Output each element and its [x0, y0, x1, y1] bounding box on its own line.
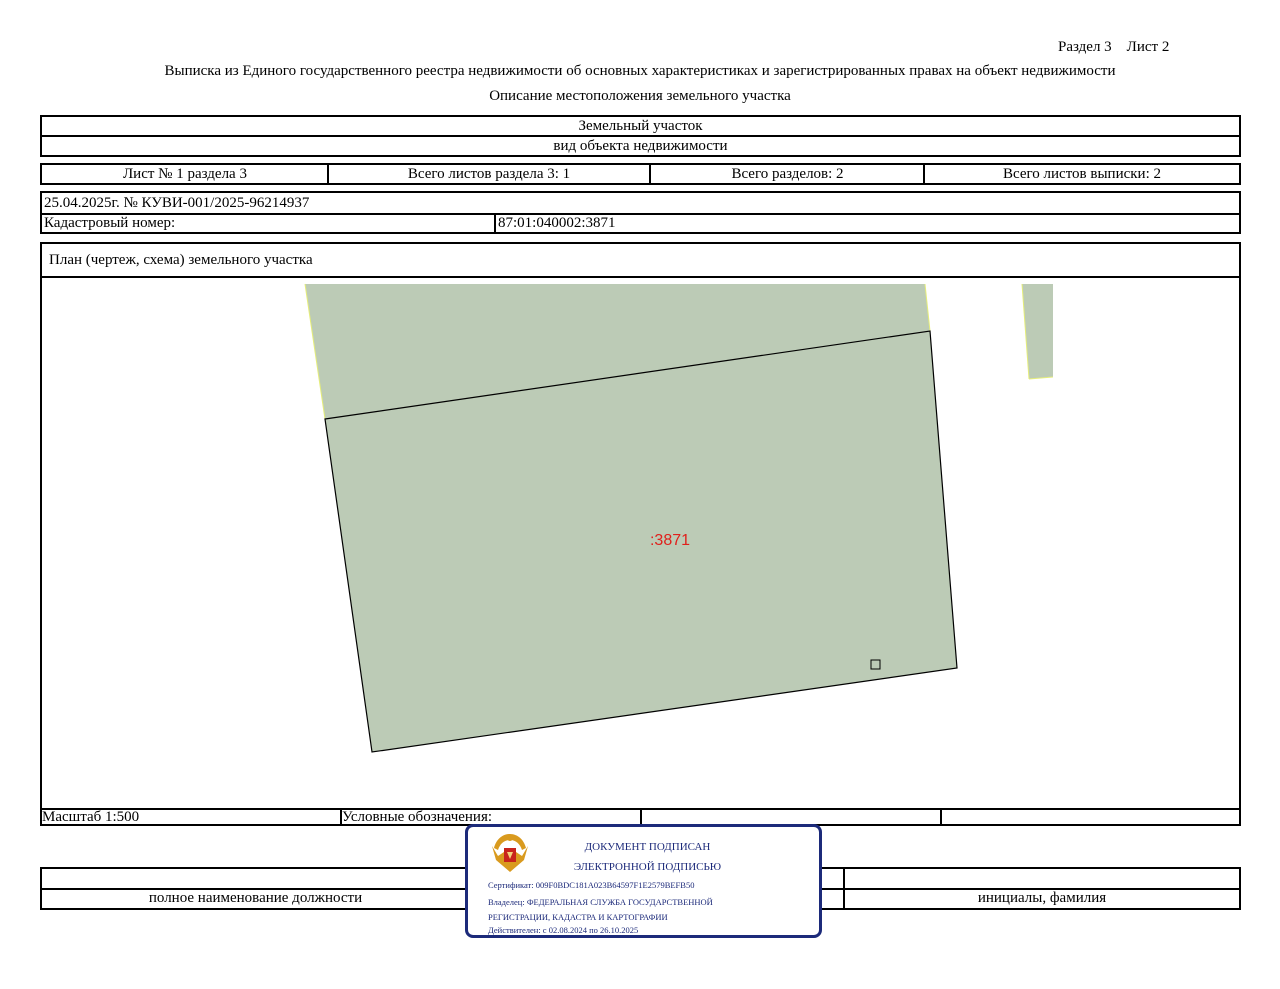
signature-stamp: ДОКУМЕНТ ПОДПИСАН ЭЛЕКТРОННОЙ ПОДПИСЬЮ С…	[465, 824, 822, 938]
position-caption: полное наименование должности	[148, 890, 363, 906]
stamp-owner-line1: Владелец: ФЕДЕРАЛЬНАЯ СЛУЖБА ГОСУДАРСТВЕ…	[488, 897, 713, 907]
parcel-label: :3871	[649, 532, 691, 549]
stamp-owner-line2: РЕГИСТРАЦИИ, КАДАСТРА И КАРТОГРАФИИ	[488, 912, 668, 922]
neighbor-parcel-strip	[1022, 284, 1053, 379]
stamp-certificate: Сертификат: 009F0BDC181A023B64597F1E2579…	[488, 880, 695, 890]
stamp-validity: Действителен: с 02.08.2024 по 26.10.2025	[488, 925, 639, 935]
stamp-line1: ДОКУМЕНТ ПОДПИСАН	[584, 841, 711, 853]
stamp-line2: ЭЛЕКТРОННОЙ ПОДПИСЬЮ	[573, 861, 722, 873]
initials-caption: инициалы, фамилия	[977, 890, 1107, 906]
